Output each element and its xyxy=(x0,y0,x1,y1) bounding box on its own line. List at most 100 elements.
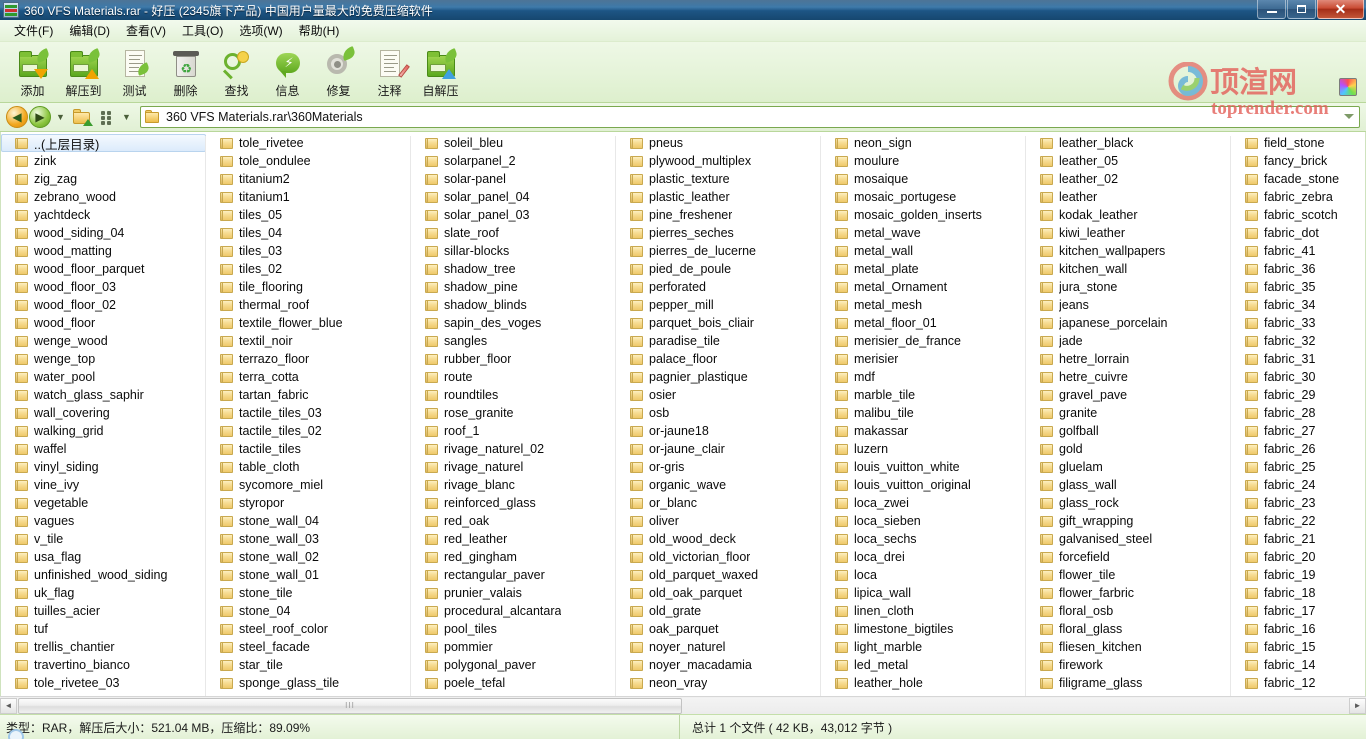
file-list-item[interactable]: louis_vuitton_white xyxy=(821,458,1026,476)
file-list-item[interactable]: luzern xyxy=(821,440,1026,458)
file-list-item[interactable]: merisier xyxy=(821,350,1026,368)
file-list-item[interactable]: gold xyxy=(1026,440,1231,458)
file-list-item[interactable]: zebrano_wood xyxy=(1,188,206,206)
file-list-item[interactable]: leather xyxy=(1026,188,1231,206)
file-list-item[interactable]: loca_sieben xyxy=(821,512,1026,530)
file-list-item[interactable]: jade xyxy=(1026,332,1231,350)
file-list-item[interactable]: lipica_wall xyxy=(821,584,1026,602)
menu-tools[interactable]: 工具(O) xyxy=(174,20,231,41)
file-list-item[interactable]: travertino_bianco xyxy=(1,656,206,674)
file-list-item[interactable]: fabric_36 xyxy=(1231,260,1362,278)
file-list-item[interactable]: tartan_fabric xyxy=(206,386,411,404)
file-list-item[interactable]: mdf xyxy=(821,368,1026,386)
forward-arrow-icon[interactable]: ▶ xyxy=(29,106,51,128)
file-list-item[interactable]: red_leather xyxy=(411,530,616,548)
file-list-item[interactable]: route xyxy=(411,368,616,386)
file-list-item[interactable]: or_blanc xyxy=(616,494,821,512)
file-list-item[interactable]: glass_rock xyxy=(1026,494,1231,512)
file-list-item[interactable]: rose_granite xyxy=(411,404,616,422)
file-list-item[interactable]: fabric_26 xyxy=(1231,440,1362,458)
file-list-item[interactable]: stone_wall_03 xyxy=(206,530,411,548)
file-list-item[interactable]: moulure xyxy=(821,152,1026,170)
file-list-item[interactable]: neon_vray xyxy=(616,674,821,692)
toolbar-repair-button[interactable]: 修复 xyxy=(313,45,364,101)
file-list-item[interactable]: oliver xyxy=(616,512,821,530)
file-list-item[interactable]: fabric_28 xyxy=(1231,404,1362,422)
toolbar-comment-button[interactable]: 注释 xyxy=(364,45,415,101)
file-list-item[interactable]: leather_05 xyxy=(1026,152,1231,170)
file-list-item[interactable]: water_pool xyxy=(1,368,206,386)
file-list-item[interactable]: terrazo_floor xyxy=(206,350,411,368)
horizontal-scrollbar[interactable]: ◄ III ► xyxy=(0,696,1366,714)
file-list-item[interactable]: stone_04 xyxy=(206,602,411,620)
file-list-item[interactable]: plastic_texture xyxy=(616,170,821,188)
file-list-item[interactable]: japanese_porcelain xyxy=(1026,314,1231,332)
file-list-item[interactable]: solarpanel_2 xyxy=(411,152,616,170)
file-list-item[interactable]: soleil_bleu xyxy=(411,134,616,152)
file-list-item[interactable]: waffel xyxy=(1,440,206,458)
file-list-item[interactable]: fabric_25 xyxy=(1231,458,1362,476)
file-list-item[interactable]: procedural_alcantara xyxy=(411,602,616,620)
file-list-item[interactable]: fabric_18 xyxy=(1231,584,1362,602)
scroll-left-button[interactable]: ◄ xyxy=(0,697,17,714)
file-list-item[interactable]: flower_tile xyxy=(1026,566,1231,584)
file-list-item[interactable]: gift_wrapping xyxy=(1026,512,1231,530)
file-list-item[interactable]: marble_tile xyxy=(821,386,1026,404)
file-list-item[interactable]: kiwi_leather xyxy=(1026,224,1231,242)
file-list-item[interactable]: fabric_dot xyxy=(1231,224,1362,242)
file-list-item[interactable]: pagnier_plastique xyxy=(616,368,821,386)
file-list-item[interactable]: fabric_20 xyxy=(1231,548,1362,566)
menu-edit[interactable]: 编辑(D) xyxy=(61,20,118,41)
file-list-item[interactable]: light_marble xyxy=(821,638,1026,656)
file-list-item[interactable]: loca xyxy=(821,566,1026,584)
file-list-item[interactable]: polygonal_paver xyxy=(411,656,616,674)
file-list-item[interactable]: old_wood_deck xyxy=(616,530,821,548)
toolbar-add-button[interactable]: 添加 xyxy=(7,45,58,101)
file-list-item[interactable]: fabric_17 xyxy=(1231,602,1362,620)
file-list-item[interactable]: kitchen_wallpapers xyxy=(1026,242,1231,260)
file-list-item[interactable]: old_victorian_floor xyxy=(616,548,821,566)
file-list-item[interactable]: wenge_top xyxy=(1,350,206,368)
file-list-item[interactable]: reinforced_glass xyxy=(411,494,616,512)
file-list-item[interactable]: vegetable xyxy=(1,494,206,512)
file-list-item[interactable]: jeans xyxy=(1026,296,1231,314)
menu-help[interactable]: 帮助(H) xyxy=(291,20,348,41)
file-list-item[interactable]: tiles_03 xyxy=(206,242,411,260)
file-list-item[interactable]: linen_cloth xyxy=(821,602,1026,620)
file-list-item[interactable]: loca_zwei xyxy=(821,494,1026,512)
file-list-item[interactable]: kodak_leather xyxy=(1026,206,1231,224)
file-list-item[interactable]: walking_grid xyxy=(1,422,206,440)
view-mode-dropdown-icon[interactable]: ▼ xyxy=(120,107,133,127)
file-list-item[interactable]: stone_wall_04 xyxy=(206,512,411,530)
file-list-item[interactable]: mosaic_portugese xyxy=(821,188,1026,206)
file-list-item[interactable]: plastic_leather xyxy=(616,188,821,206)
file-list-item[interactable]: gluelam xyxy=(1026,458,1231,476)
file-list-item[interactable]: fabric_21 xyxy=(1231,530,1362,548)
file-list-item[interactable]: old_parquet_waxed xyxy=(616,566,821,584)
close-button[interactable]: ✕ xyxy=(1317,0,1364,19)
file-list-item[interactable]: thermal_roof xyxy=(206,296,411,314)
file-list-item[interactable]: tuf xyxy=(1,620,206,638)
file-list-item[interactable]: floral_osb xyxy=(1026,602,1231,620)
scrollbar-thumb[interactable]: III xyxy=(18,697,682,714)
file-list-item[interactable]: tactile_tiles_03 xyxy=(206,404,411,422)
file-list-item[interactable]: osier xyxy=(616,386,821,404)
file-list-item[interactable]: trellis_chantier xyxy=(1,638,206,656)
file-list-item[interactable]: wood_floor_03 xyxy=(1,278,206,296)
file-list-item[interactable]: golfball xyxy=(1026,422,1231,440)
file-list-item[interactable]: sillar-blocks xyxy=(411,242,616,260)
file-list-item[interactable]: loca_drei xyxy=(821,548,1026,566)
file-list-item[interactable]: fabric_34 xyxy=(1231,296,1362,314)
back-arrow-icon[interactable]: ◀ xyxy=(6,106,28,128)
file-list-item[interactable]: fabric_scotch xyxy=(1231,206,1362,224)
file-list-item[interactable]: stone_wall_01 xyxy=(206,566,411,584)
file-list-item[interactable]: fabric_41 xyxy=(1231,242,1362,260)
file-list-item[interactable]: tiles_04 xyxy=(206,224,411,242)
file-list-item[interactable]: tactile_tiles xyxy=(206,440,411,458)
file-list-item[interactable]: pine_freshener xyxy=(616,206,821,224)
file-list-item[interactable]: pneus xyxy=(616,134,821,152)
file-list-item[interactable]: red_gingham xyxy=(411,548,616,566)
file-list-item[interactable]: table_cloth xyxy=(206,458,411,476)
file-list-item[interactable]: granite xyxy=(1026,404,1231,422)
file-list-item[interactable]: or-jaune_clair xyxy=(616,440,821,458)
